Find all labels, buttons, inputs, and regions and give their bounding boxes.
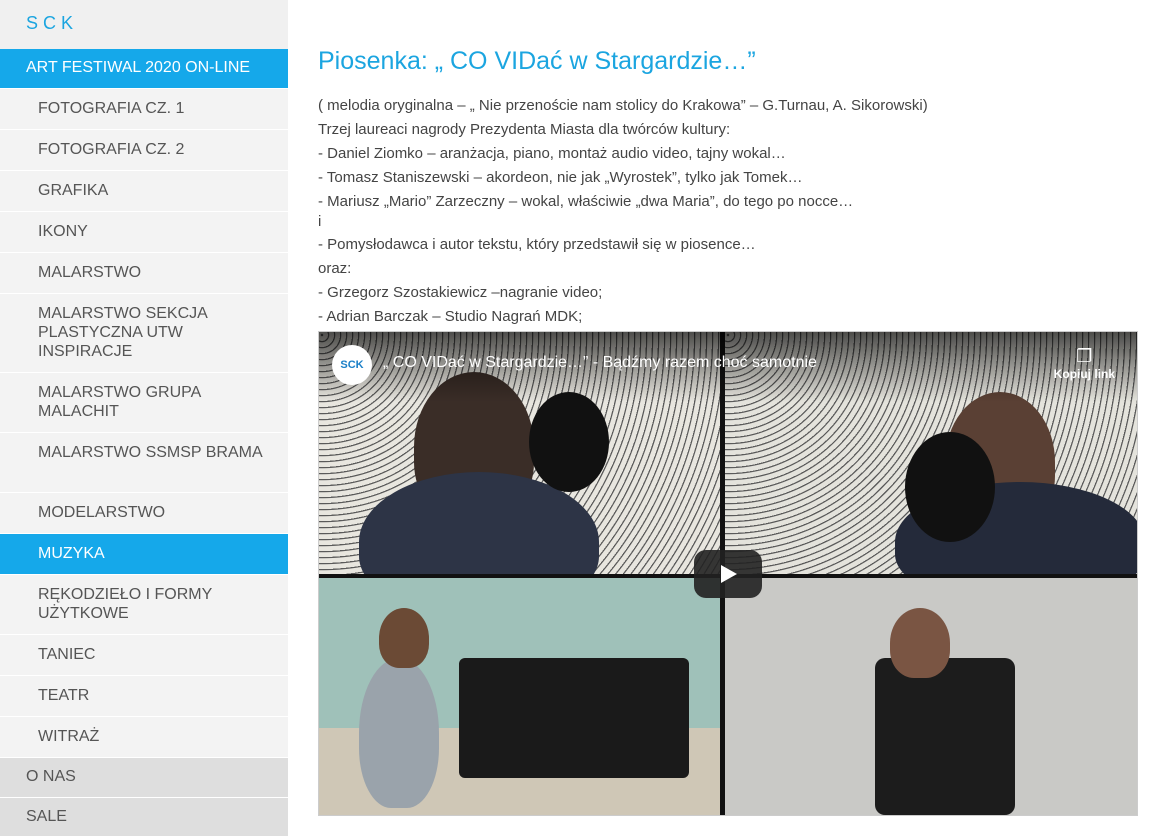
play-button[interactable] [694,550,762,598]
nav-item-malarstwo[interactable]: MALARSTWO [0,253,288,294]
channel-logo[interactable]: SCK [332,345,372,385]
description-line: Trzej laureaci nagrody Prezydenta Miasta… [318,121,731,138]
nav-item-grafika[interactable]: GRAFIKA [0,171,288,212]
nav-item-malarstwo-malachit[interactable]: MALARSTWO GRUPA MALACHIT [0,373,288,433]
nav-item-fotografia-2[interactable]: FOTOGRAFIA CZ. 2 [0,130,288,171]
description-line: ( melodia oryginalna – „ Nie przenoście … [318,97,928,114]
description-line: - Grzegorz Szostakiewicz –nagranie video… [318,284,603,301]
nav-item-malarstwo-utw[interactable]: MALARSTWO SEKCJA PLASTYCZNA UTW INSPIRAC… [0,294,288,373]
nav-item-malarstwo-brama[interactable]: MALARSTWO SSMSP BRAMA [0,433,288,493]
site-brand[interactable]: SCK [0,0,288,49]
nav-item-teatr[interactable]: TEATR [0,676,288,717]
nav-item-muzyka[interactable]: MUZYKA [0,534,288,575]
description-line: - Pomysłodawca i autor tekstu, który prz… [318,236,756,253]
description-line: - Tomasz Staniszewski – akordeon, nie ja… [318,169,803,186]
main-content: Piosenka: „ CO VIDać w Stargardzie…” ( m… [318,0,1138,329]
description-line: oraz: [318,260,352,277]
description-line: i [318,213,322,230]
sidebar: SCK ART FESTIWAL 2020 ON-LINE FOTOGRAFIA… [0,0,288,836]
copy-link-button[interactable]: ❐ Kopiuj link [1054,346,1115,381]
nav-item-witraz[interactable]: WITRAŻ [0,717,288,758]
copy-icon: ❐ [1076,346,1093,366]
nav-art-festival[interactable]: ART FESTIWAL 2020 ON-LINE [0,49,288,89]
description-line: - Adrian Barczak – Studio Nagrań MDK; [318,308,583,325]
page-title: Piosenka: „ CO VIDać w Stargardzie…” [318,47,756,75]
nav-item-taniec[interactable]: TANIEC [0,635,288,676]
description-line: - Daniel Ziomko – aranżacja, piano, mont… [318,145,786,162]
nav-sale[interactable]: SALE [0,798,288,836]
copy-link-label: Kopiuj link [1053,367,1115,381]
video-player[interactable]: SCK „ CO VIDać w Stargardzie…” - Bądźmy … [318,331,1138,816]
video-tile-accordionist [725,578,1137,815]
nav-item-rekodzielo[interactable]: RĘKODZIEŁO i FORMY UŻYTKOWE [0,575,288,635]
nav-item-modelarstwo[interactable]: MODELARSTWO [0,493,288,534]
nav-item-ikony[interactable]: IKONY [0,212,288,253]
description: ( melodia oryginalna – „ Nie przenoście … [318,94,1138,329]
nav-item-fotografia-1[interactable]: FOTOGRAFIA CZ. 1 [0,89,288,130]
nav-o-nas[interactable]: O NAS [0,758,288,798]
video-tile-pianist [319,578,720,815]
video-title[interactable]: „ CO VIDać w Stargardzie…” - Bądźmy raze… [383,354,817,372]
description-line: - Mariusz „Mario” Zarzeczny – wokal, wła… [318,193,854,210]
